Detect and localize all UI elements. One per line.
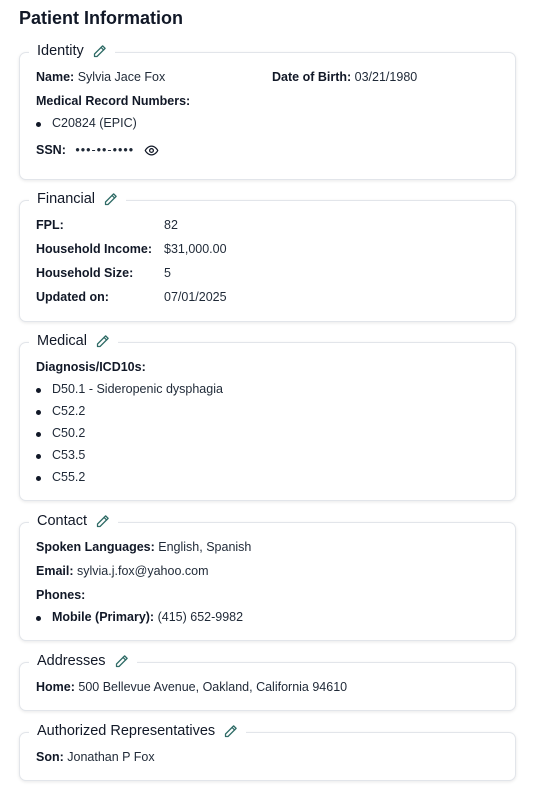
pencil-icon: [225, 724, 237, 737]
fpl-label: FPL:: [36, 218, 64, 232]
addresses-section: Addresses Home: 500 Bellevue Avenue, Oak…: [19, 651, 516, 712]
phone-type: Mobile (Primary):: [52, 610, 155, 624]
languages-label: Spoken Languages:: [36, 540, 155, 554]
ssn-value: •••-••-••••: [75, 143, 135, 157]
reveal-ssn-button[interactable]: [144, 143, 159, 158]
diagnosis-item: C55.2: [35, 470, 86, 484]
dob-field: Date of Birth: 03/21/1980: [272, 70, 417, 84]
name-field: Name: Sylvia Jace Fox: [36, 70, 165, 84]
representative-label: Son:: [36, 750, 64, 764]
pencil-icon: [96, 514, 109, 527]
contact-header: Contact: [29, 511, 118, 531]
representative-value: Jonathan P Fox: [67, 750, 155, 764]
diagnosis-item: C52.2: [35, 404, 86, 418]
home-address-field: Home: 500 Bellevue Avenue, Oakland, Cali…: [36, 680, 347, 694]
pencil-icon: [115, 654, 128, 667]
financial-header: Financial: [29, 189, 127, 209]
financial-title: Financial: [37, 191, 96, 207]
identity-section: Identity Name: Sylvia Jace Fox Date of B…: [19, 41, 516, 181]
phones-label: Phones:: [36, 588, 86, 602]
dob-value: 03/21/1980: [354, 70, 418, 84]
addresses-title: Addresses: [37, 653, 106, 669]
page-title: Patient Information: [19, 8, 184, 28]
edit-representatives-button[interactable]: [223, 724, 238, 739]
languages-value: English, Spanish: [158, 540, 252, 554]
representative-field: Son: Jonathan P Fox: [36, 750, 155, 764]
home-label: Home:: [36, 680, 75, 694]
name-value: Sylvia Jace Fox: [77, 70, 166, 84]
mrn-item: C20824 (EPIC): [36, 116, 137, 130]
representatives-title: Authorized Representatives: [37, 723, 216, 739]
email-label: Email:: [36, 564, 74, 578]
diagnosis-label: Diagnosis/ICD10s:: [36, 360, 146, 374]
email-value: sylvia.j.fox@yahoo.com: [77, 564, 209, 578]
contact-section: Contact Spoken Languages: English, Spani…: [19, 511, 516, 642]
representatives-header: Authorized Representatives: [29, 721, 247, 741]
edit-financial-button[interactable]: [103, 192, 118, 207]
mrn-label: Medical Record Numbers:: [36, 94, 191, 108]
languages-field: Spoken Languages: English, Spanish: [36, 540, 251, 554]
income-label: Household Income:: [36, 242, 152, 256]
edit-contact-button[interactable]: [95, 514, 110, 529]
representatives-section: Authorized Representatives Son: Jonathan…: [19, 721, 516, 783]
identity-header: Identity: [29, 41, 115, 61]
phone-number: (415) 652-9982: [157, 610, 244, 624]
income-value: $31,000.00: [164, 242, 227, 256]
name-label: Name:: [36, 70, 75, 84]
updated-value: 07/01/2025: [164, 290, 227, 304]
eye-icon: [144, 145, 158, 156]
edit-medical-button[interactable]: [95, 334, 110, 349]
home-value: 500 Bellevue Avenue, Oakland, California…: [78, 680, 348, 694]
diagnosis-item: C50.2: [35, 426, 86, 440]
ssn-field: SSN: •••-••-••••: [36, 143, 159, 158]
financial-section: Financial FPL: 82 Household Income: $31,…: [19, 189, 516, 323]
edit-addresses-button[interactable]: [114, 654, 129, 669]
dob-label: Date of Birth:: [272, 70, 352, 84]
contact-title: Contact: [37, 513, 87, 529]
identity-title: Identity: [37, 43, 84, 59]
ssn-label: SSN:: [36, 143, 66, 157]
household-size-value: 5: [164, 266, 171, 280]
pencil-icon: [93, 44, 106, 57]
updated-label: Updated on:: [36, 290, 109, 304]
pencil-icon: [96, 334, 109, 347]
household-size-label: Household Size:: [36, 266, 134, 280]
fpl-value: 82: [164, 218, 178, 232]
diagnosis-item: C53.5: [35, 448, 86, 462]
medical-title: Medical: [37, 333, 87, 349]
edit-identity-button[interactable]: [92, 44, 107, 59]
email-field: Email: sylvia.j.fox@yahoo.com: [36, 564, 209, 578]
pencil-icon: [104, 192, 117, 205]
diagnosis-item: D50.1 - Sideropenic dysphagia: [36, 382, 223, 396]
medical-header: Medical: [29, 331, 118, 351]
phone-item: Mobile (Primary): (415) 652-9982: [35, 610, 244, 624]
addresses-header: Addresses: [29, 651, 137, 671]
medical-section: Medical Diagnosis/ICD10s: D50.1 - Sidero…: [19, 331, 516, 502]
